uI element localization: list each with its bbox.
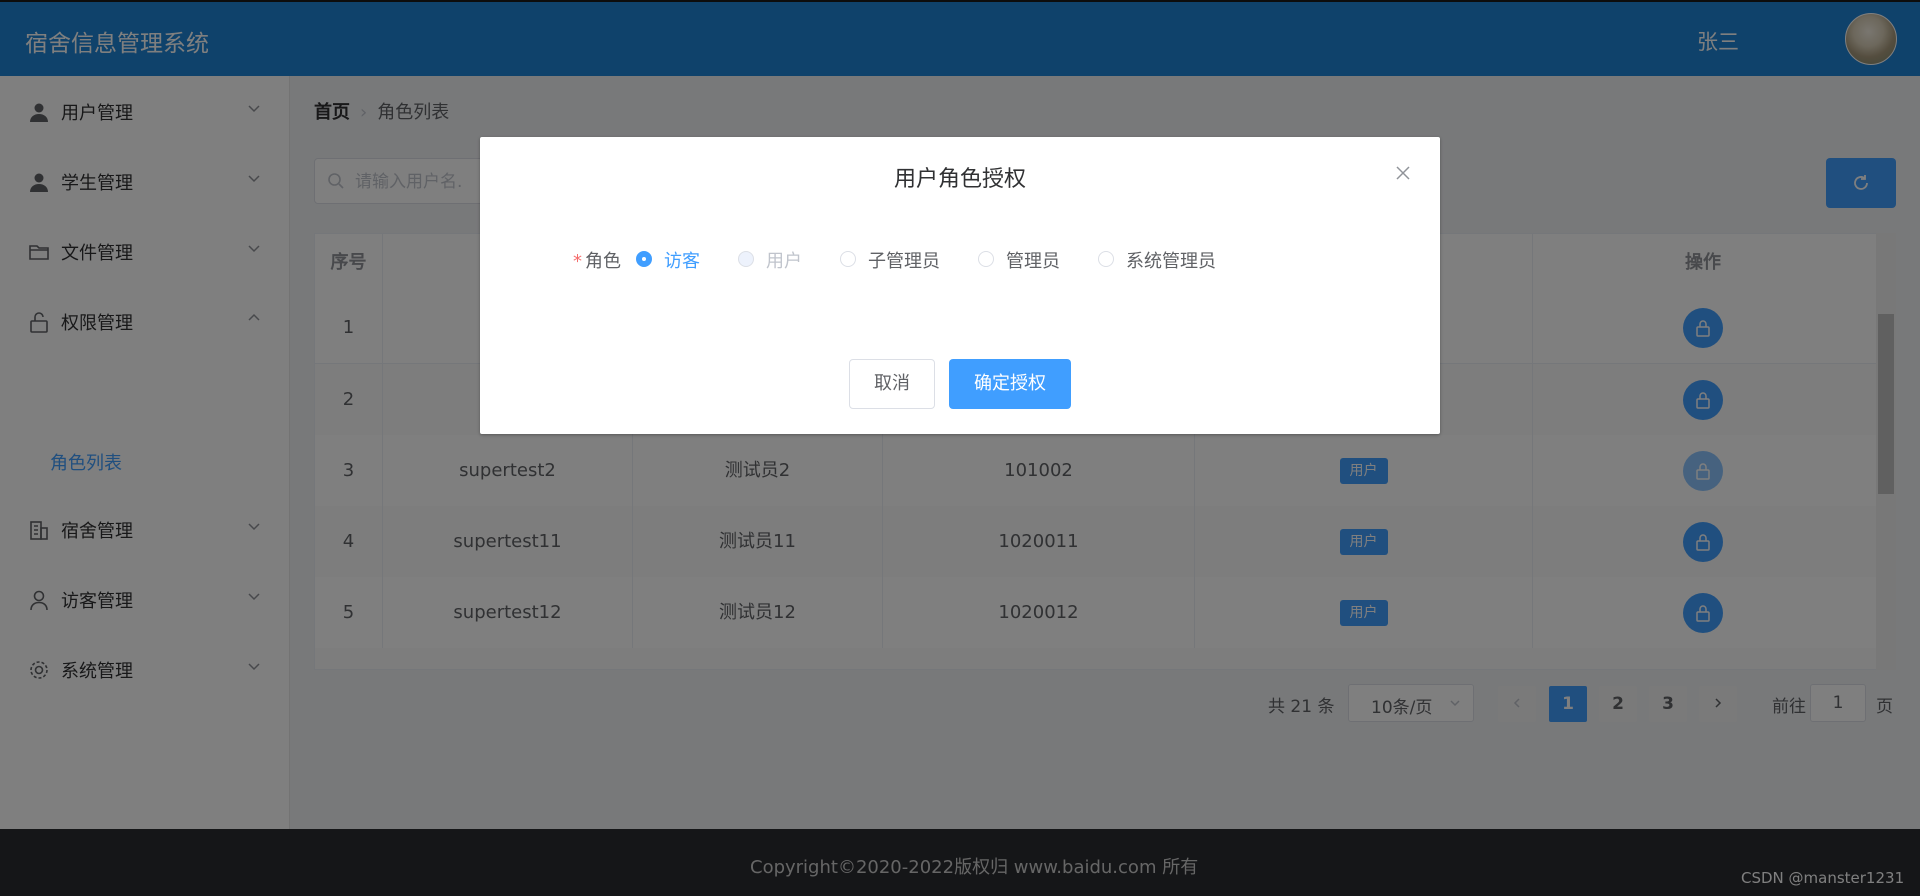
radio-label: 用户 — [766, 251, 802, 272]
radio-indicator — [738, 251, 754, 267]
modal-overlay[interactable] — [0, 0, 1920, 896]
radio-label: 子管理员 — [868, 251, 940, 272]
radio-label: 管理员 — [1006, 251, 1060, 272]
close-icon[interactable] — [1395, 165, 1411, 181]
cancel-button[interactable]: 取消 — [849, 359, 935, 409]
required-asterisk: * — [573, 251, 582, 272]
radio-indicator — [840, 251, 856, 267]
radio-label: 系统管理员 — [1126, 251, 1216, 272]
role-form-row: * 角色 — [573, 247, 621, 277]
radio-label: 访客 — [664, 251, 700, 272]
radio-indicator — [636, 251, 652, 267]
role-authorization-dialog: 用户角色授权 * 角色 访客 用户 子管理员 管理员 系统管理员 取消 确定授权 — [480, 137, 1440, 434]
role-field-label: 角色 — [585, 251, 621, 272]
dialog-title: 用户角色授权 — [893, 167, 1026, 192]
radio-indicator — [1098, 251, 1114, 267]
confirm-authorize-button[interactable]: 确定授权 — [949, 359, 1071, 409]
radio-indicator — [978, 251, 994, 267]
